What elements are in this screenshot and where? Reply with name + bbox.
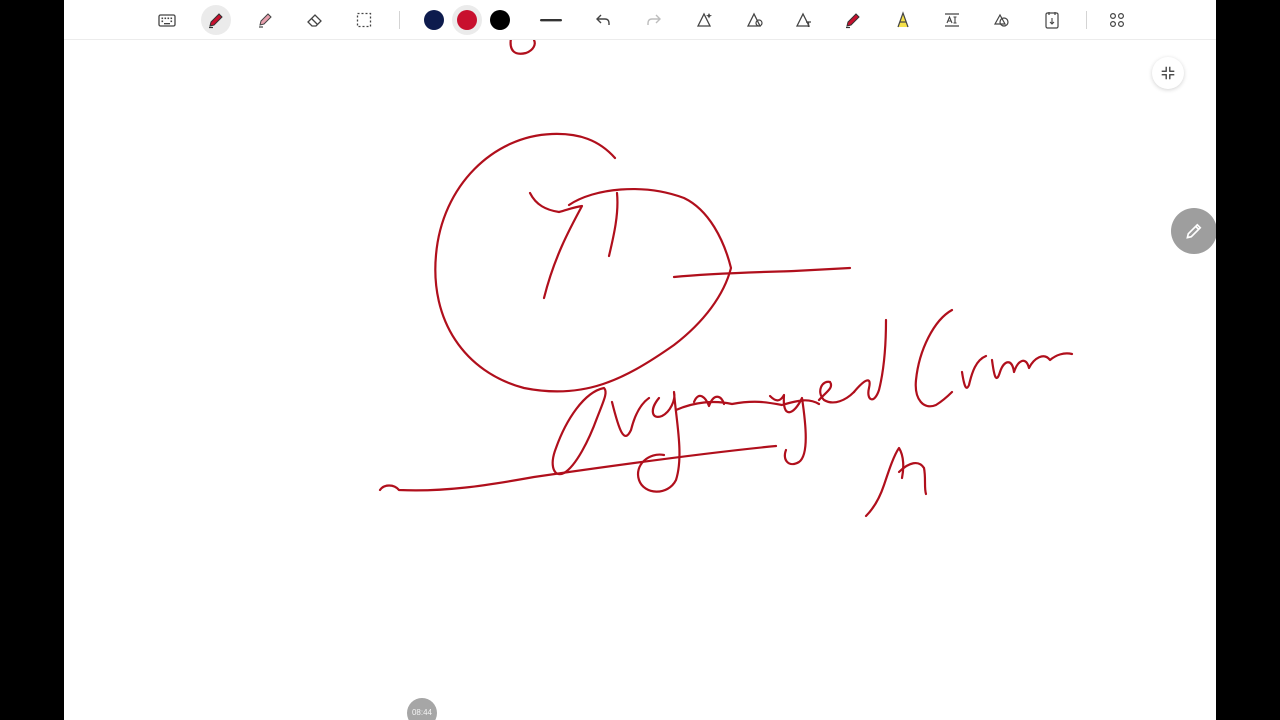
insert-text-button[interactable] bbox=[937, 5, 967, 35]
red-marker-button[interactable] bbox=[838, 5, 868, 35]
color-swatch-black[interactable] bbox=[485, 5, 515, 35]
eraser-icon bbox=[307, 14, 322, 27]
text-to-shape-icon bbox=[795, 12, 811, 27]
floating-pen-button[interactable] bbox=[1171, 208, 1216, 254]
text-highlight-button[interactable] bbox=[888, 5, 918, 35]
keyboard-button[interactable] bbox=[152, 5, 182, 35]
black-swatch bbox=[490, 10, 510, 30]
ink-to-shape-button[interactable] bbox=[740, 5, 770, 35]
shapes-icon bbox=[993, 13, 1009, 27]
shape-recognition-icon bbox=[696, 12, 712, 27]
lasso-select-button[interactable] bbox=[349, 5, 379, 35]
lasso-select-icon bbox=[356, 12, 372, 28]
handwritten-ink bbox=[378, 36, 1074, 518]
shape-recognition-button[interactable] bbox=[690, 5, 720, 35]
exit-fullscreen-button[interactable] bbox=[1152, 57, 1184, 89]
keyboard-icon bbox=[158, 14, 176, 27]
toolbar-separator bbox=[399, 11, 400, 29]
more-options-button[interactable] bbox=[1102, 5, 1132, 35]
pencil-icon bbox=[1186, 223, 1202, 239]
undo-button[interactable] bbox=[588, 5, 618, 35]
red-pen-icon bbox=[846, 13, 860, 29]
insert-text-icon bbox=[945, 13, 959, 27]
shapes-button[interactable] bbox=[986, 5, 1016, 35]
color-picker-icon bbox=[746, 12, 763, 27]
red-swatch bbox=[457, 10, 477, 30]
undo-icon bbox=[596, 14, 610, 25]
ink-to-text-button[interactable] bbox=[789, 5, 819, 35]
redo-button[interactable] bbox=[639, 5, 669, 35]
stroke-size-button[interactable] bbox=[536, 5, 566, 35]
pen-icon bbox=[209, 13, 223, 29]
time-badge: 08:44 bbox=[407, 698, 437, 720]
navy-swatch bbox=[424, 10, 444, 30]
color-swatch-navy[interactable] bbox=[419, 5, 449, 35]
redo-icon bbox=[647, 14, 661, 25]
more-options-icon bbox=[1109, 12, 1125, 28]
color-swatch-red[interactable] bbox=[452, 5, 482, 35]
pen-tool-button[interactable] bbox=[201, 5, 231, 35]
toolbar-separator bbox=[1086, 11, 1087, 29]
drawing-toolbar bbox=[64, 0, 1216, 40]
page-insert-icon bbox=[1045, 12, 1059, 29]
drawing-canvas[interactable]: 08:44 bbox=[64, 0, 1216, 720]
collapse-icon bbox=[1161, 66, 1175, 80]
eraser-tool-button[interactable] bbox=[300, 5, 330, 35]
page-insert-button[interactable] bbox=[1037, 5, 1067, 35]
text-style-icon bbox=[897, 11, 909, 28]
highlighter-tool-button[interactable] bbox=[250, 5, 280, 35]
stroke-size-icon bbox=[540, 19, 562, 22]
highlighter-icon bbox=[259, 13, 272, 28]
